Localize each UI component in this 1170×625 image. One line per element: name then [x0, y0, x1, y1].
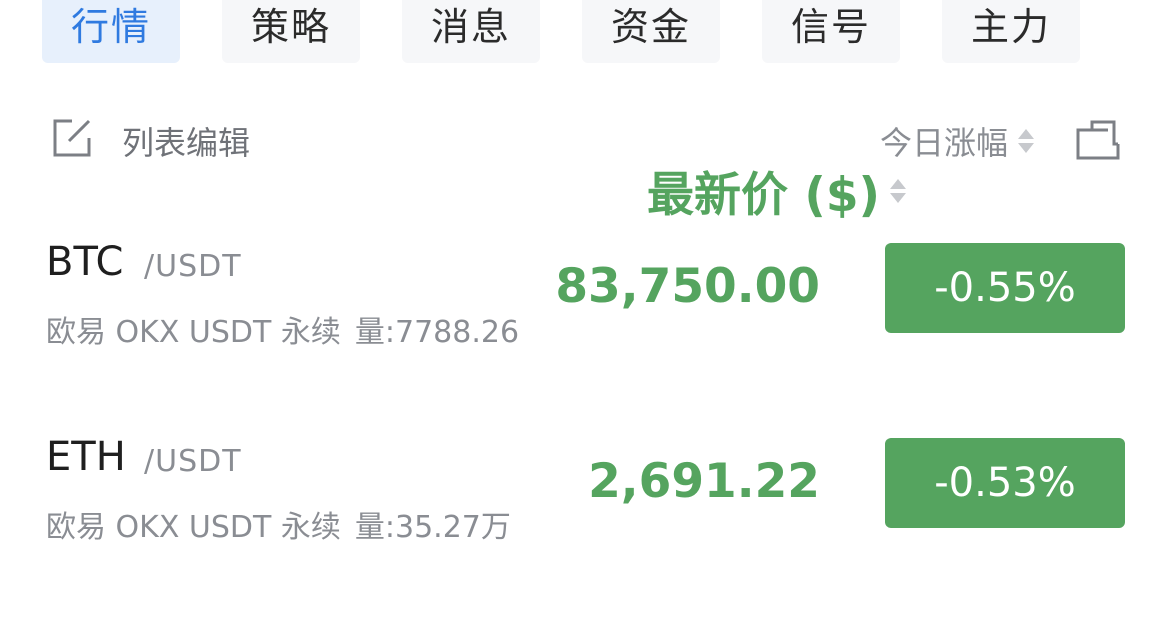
exchange-name: 欧易 OKX USDT 永续 [46, 315, 341, 350]
tab-label: 主力 [970, 5, 1051, 49]
change-header-label: 今日涨幅 [880, 124, 1009, 162]
tab-funds[interactable]: 资金 [582, 0, 720, 63]
sort-arrows-icon [1018, 125, 1035, 157]
tab-strategy[interactable]: 策略 [222, 0, 360, 63]
tab-market[interactable]: 行情 [42, 0, 180, 63]
tab-label: 策略 [250, 5, 331, 49]
last-price: 83,750.00 [555, 259, 820, 314]
change-badge[interactable]: -0.53% [885, 438, 1125, 528]
quote-currency: /USDT [144, 444, 242, 479]
edit-icon[interactable] [50, 116, 94, 160]
table-row[interactable]: BTC /USDT 欧易 OKX USDT 永续 量:7788.26 83,750… [0, 215, 1170, 385]
volume-label: 量:7788.26 [354, 315, 520, 350]
symbol-label: ETH [46, 434, 126, 480]
tab-label: 消息 [430, 5, 511, 49]
share-icon[interactable] [1074, 114, 1122, 162]
tab-main-force[interactable]: 主力 [942, 0, 1080, 63]
list-edit-button[interactable]: 列表编辑 [122, 118, 250, 164]
exchange-meta: 欧易 OKX USDT 永续 量:7788.26 [46, 307, 519, 351]
tab-signals[interactable]: 信号 [762, 0, 900, 63]
volume-label: 量:35.27万 [354, 510, 511, 545]
exchange-meta: 欧易 OKX USDT 永续 量:35.27万 [46, 502, 511, 546]
exchange-name: 欧易 OKX USDT 永续 [46, 510, 341, 545]
sort-by-change[interactable]: 今日涨幅 [880, 118, 1035, 164]
tab-label: 行情 [70, 5, 151, 49]
last-price: 2,691.22 [588, 454, 820, 509]
change-badge[interactable]: -0.55% [885, 243, 1125, 333]
symbol-label: BTC [46, 239, 124, 285]
tab-label: 资金 [610, 5, 691, 49]
tab-label: 信号 [790, 5, 871, 49]
table-row[interactable]: ETH /USDT 欧易 OKX USDT 永续 量:35.27万 2,691.2… [0, 410, 1170, 580]
tab-news[interactable]: 消息 [402, 0, 540, 63]
list-toolbar: 列表编辑 最新价 ($) 今日涨幅 [0, 112, 1170, 223]
quote-currency: /USDT [144, 249, 242, 284]
